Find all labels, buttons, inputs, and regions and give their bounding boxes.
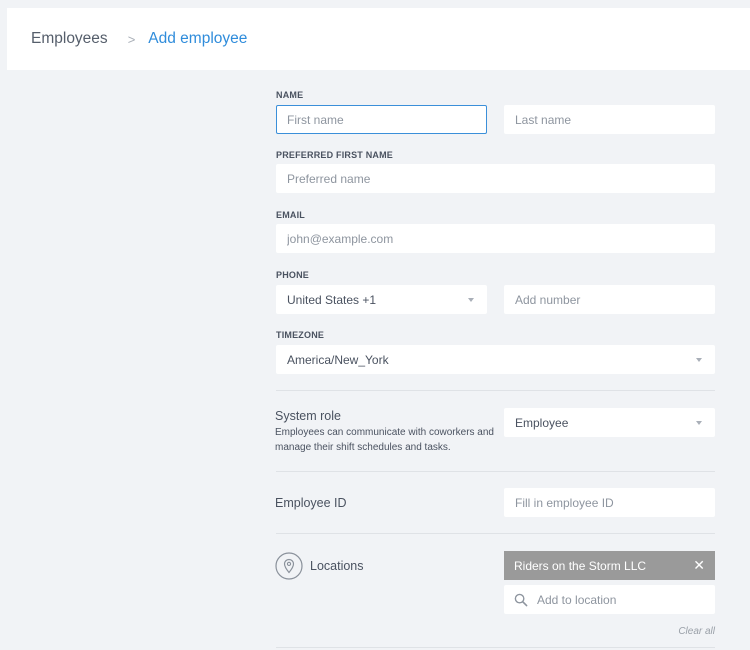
- preferred-name-field[interactable]: [276, 164, 715, 193]
- system-role-value: Employee: [515, 415, 569, 430]
- clear-all-link[interactable]: Clear all: [678, 626, 715, 637]
- timezone-value: America/New_York: [287, 352, 389, 367]
- first-name-input[interactable]: [287, 112, 486, 127]
- breadcrumb-employees-link[interactable]: Employees: [31, 30, 108, 48]
- employee-id-title: Employee ID: [275, 496, 347, 510]
- employee-id-input[interactable]: [515, 495, 714, 510]
- divider: [276, 533, 715, 534]
- preferred-name-label: PREFERRED FIRST NAME: [276, 150, 394, 160]
- email-input[interactable]: [287, 231, 714, 246]
- add-location-input[interactable]: [537, 592, 714, 607]
- chevron-down-icon: [696, 358, 702, 362]
- chevron-down-icon: [468, 298, 474, 302]
- close-icon[interactable]: ✕: [693, 557, 705, 574]
- phone-country-value: United States +1: [287, 292, 377, 307]
- preferred-name-input[interactable]: [287, 171, 714, 186]
- search-icon: [514, 593, 528, 606]
- add-location-field[interactable]: [504, 585, 715, 614]
- system-role-description: Employees can communicate with coworkers…: [275, 427, 494, 453]
- breadcrumb-separator: >: [127, 31, 136, 47]
- last-name-input[interactable]: [515, 112, 714, 127]
- name-label: NAME: [276, 90, 304, 100]
- breadcrumb-current-page: Add employee: [148, 30, 248, 47]
- last-name-field[interactable]: [504, 105, 715, 134]
- breadcrumb: Employees > Add employee: [7, 8, 750, 70]
- employee-id-field[interactable]: [504, 488, 715, 517]
- phone-label: PHONE: [276, 270, 310, 280]
- timezone-select[interactable]: America/New_York: [276, 345, 715, 374]
- divider: [276, 471, 715, 472]
- system-role-title: System role: [275, 409, 341, 423]
- location-pin-icon: [275, 552, 303, 580]
- divider: [276, 390, 715, 391]
- divider: [276, 647, 715, 648]
- phone-country-select[interactable]: United States +1: [276, 285, 487, 314]
- location-tag: Riders on the Storm LLC ✕: [504, 551, 715, 580]
- timezone-label: TIMEZONE: [276, 330, 325, 340]
- locations-title: Locations: [310, 559, 364, 573]
- email-field[interactable]: [276, 224, 715, 253]
- system-role-select[interactable]: Employee: [504, 408, 715, 437]
- email-label: EMAIL: [276, 210, 305, 220]
- chevron-down-icon: [696, 421, 702, 425]
- phone-number-field[interactable]: [504, 285, 715, 314]
- phone-number-input[interactable]: [515, 292, 714, 307]
- first-name-field[interactable]: [276, 105, 487, 134]
- location-tag-label: Riders on the Storm LLC: [514, 558, 647, 573]
